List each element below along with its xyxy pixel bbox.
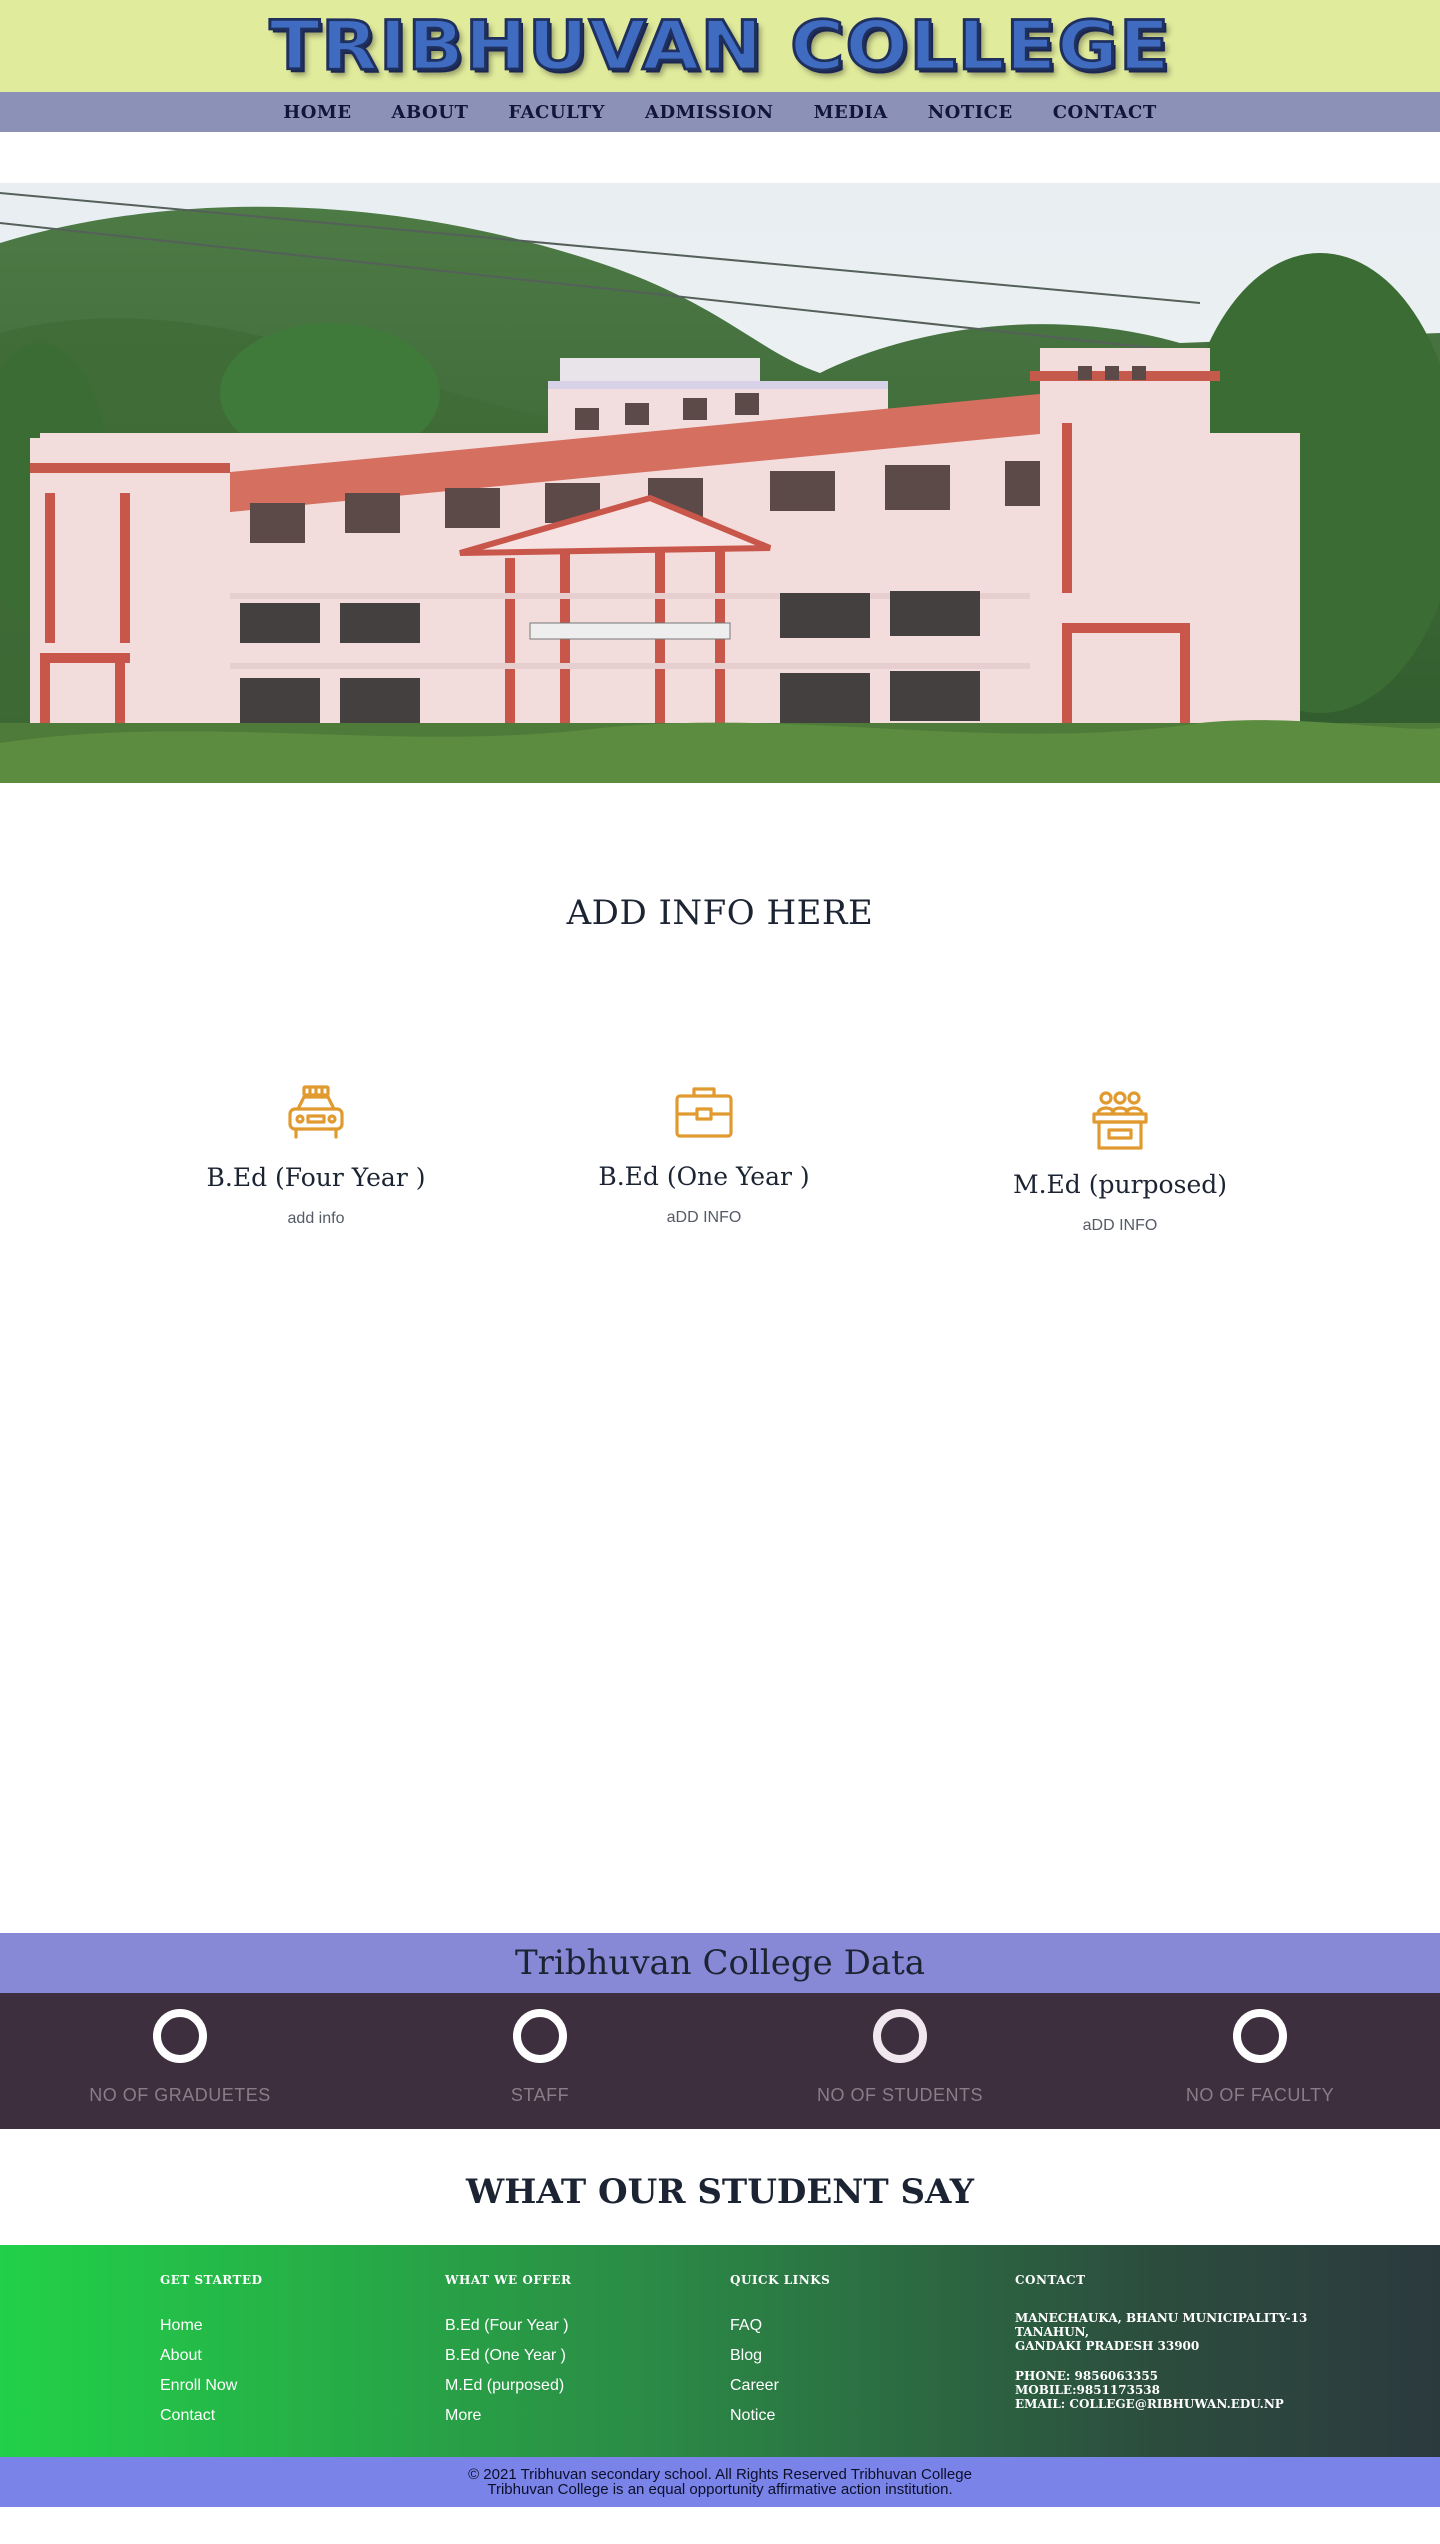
hero-image	[0, 183, 1440, 783]
programs-section: B.Ed (Four Year ) add info B.Ed (One Yea…	[0, 933, 1440, 1933]
footer-col-get-started: GET STARTED Home About Enroll Now Contac…	[160, 2273, 263, 2431]
nav-item-admission[interactable]: ADMISSION	[645, 102, 774, 123]
nav-item-faculty[interactable]: FACULTY	[508, 102, 605, 123]
stat-label: NO OF STUDENTS	[816, 2085, 983, 2105]
footer-link-about[interactable]: About	[160, 2341, 263, 2371]
footer-link-career[interactable]: Career	[730, 2371, 830, 2401]
footer-link-bed-four-year[interactable]: B.Ed (Four Year )	[445, 2311, 572, 2341]
footer-link-faq[interactable]: FAQ	[730, 2311, 830, 2341]
site-banner: TRIBHUVAN COLLEGE	[0, 0, 1440, 92]
counter-ring-icon	[873, 2009, 927, 2063]
stat-label: NO OF GRADUETES	[89, 2085, 271, 2105]
stat-label: NO OF FACULTY	[1185, 2085, 1335, 2105]
program-description: aDD INFO	[1082, 1217, 1158, 1234]
college-data-title: Tribhuvan College Data	[0, 1933, 1440, 1993]
program-title: B.Ed (Four Year )	[206, 1163, 426, 1192]
info-section-title: ADD INFO HERE	[566, 893, 874, 933]
car-icon	[288, 1085, 344, 1139]
footer-col-quick-links: QUICK LINKS FAQ Blog Career Notice	[730, 2273, 830, 2431]
site-footer: GET STARTED Home About Enroll Now Contac…	[0, 2245, 1440, 2457]
program-description: aDD INFO	[666, 1209, 742, 1226]
stat-students: NO OF STUDENTS	[720, 1993, 1080, 2129]
footer-link-home[interactable]: Home	[160, 2311, 263, 2341]
briefcase-icon	[675, 1087, 733, 1138]
main-nav: HOME ABOUT FACULTY ADMISSION MEDIA NOTIC…	[0, 92, 1440, 132]
address-line: GANDAKI PRADESH 33900	[1015, 2339, 1200, 2353]
footer-link-contact[interactable]: Contact	[160, 2401, 263, 2431]
copyright-text: © 2021 Tribhuvan secondary school. All R…	[468, 2466, 972, 2483]
testimonials-title: WHAT OUR STUDENT SAY	[466, 2172, 974, 2212]
footer-heading: WHAT WE OFFER	[445, 2273, 572, 2287]
email-address[interactable]: EMAIL: COLLEGE@RIBHUWAN.EDU.NP	[1015, 2397, 1307, 2411]
program-card-bed-one-year[interactable]: B.Ed (One Year ) aDD INFO	[554, 1080, 854, 1227]
program-card-med-purposed[interactable]: M.Ed (purposed) aDD INFO	[970, 1088, 1270, 1235]
phone-number[interactable]: PHONE: 9856063355	[1015, 2369, 1307, 2383]
copyright-bar: © 2021 Tribhuvan secondary school. All R…	[0, 2457, 1440, 2507]
counter-ring-icon	[513, 2009, 567, 2063]
nav-item-contact[interactable]: CONTACT	[1053, 102, 1157, 123]
footer-link-bed-one-year[interactable]: B.Ed (One Year )	[445, 2341, 572, 2371]
program-description: add info	[287, 1210, 345, 1227]
program-title: B.Ed (One Year )	[598, 1162, 810, 1191]
footer-link-med-purposed[interactable]: M.Ed (purposed)	[445, 2371, 572, 2401]
footer-link-enroll-now[interactable]: Enroll Now	[160, 2371, 263, 2401]
students-icon	[1092, 1091, 1148, 1150]
address-line: TANAHUN,	[1015, 2325, 1090, 2339]
contact-details: MANECHAUKA, BHANU MUNICIPALITY-13 TANAHU…	[1015, 2311, 1307, 2411]
mobile-number[interactable]: MOBILE:9851173538	[1015, 2383, 1307, 2397]
footer-heading: CONTACT	[1015, 2273, 1086, 2287]
nav-item-notice[interactable]: NOTICE	[928, 102, 1013, 123]
stat-graduates: NO OF GRADUETES	[0, 1993, 360, 2129]
stat-staff: STAFF	[360, 1993, 720, 2129]
footer-link-more[interactable]: More	[445, 2401, 572, 2431]
site-logo-title[interactable]: TRIBHUVAN COLLEGE	[0, 4, 1440, 89]
footer-heading: GET STARTED	[160, 2273, 263, 2287]
address-line: MANECHAUKA, BHANU MUNICIPALITY-13	[1015, 2311, 1308, 2325]
footer-col-contact: CONTACT MANECHAUKA, BHANU MUNICIPALITY-1…	[1015, 2273, 1307, 2411]
footer-heading: QUICK LINKS	[730, 2273, 831, 2287]
nav-item-media[interactable]: MEDIA	[814, 102, 888, 123]
footer-link-notice[interactable]: Notice	[730, 2401, 830, 2431]
stat-faculty: NO OF FACULTY	[1080, 1993, 1440, 2129]
nav-item-home[interactable]: HOME	[283, 102, 351, 123]
equal-opportunity-text: Tribhuvan College is an equal opportunit…	[487, 2481, 953, 2498]
college-building-photo	[0, 183, 1440, 783]
footer-col-what-we-offer: WHAT WE OFFER B.Ed (Four Year ) B.Ed (On…	[445, 2273, 572, 2431]
nav-item-about[interactable]: ABOUT	[392, 102, 469, 123]
footer-link-blog[interactable]: Blog	[730, 2341, 830, 2371]
counter-ring-icon	[153, 2009, 207, 2063]
stat-label: STAFF	[510, 2085, 570, 2105]
counter-ring-icon	[1233, 2009, 1287, 2063]
college-data-stats: NO OF GRADUETES STAFF NO OF STUDENTS NO …	[0, 1993, 1440, 2129]
program-title: M.Ed (purposed)	[1013, 1170, 1227, 1199]
program-card-bed-four-year[interactable]: B.Ed (Four Year ) add info	[166, 1081, 466, 1228]
